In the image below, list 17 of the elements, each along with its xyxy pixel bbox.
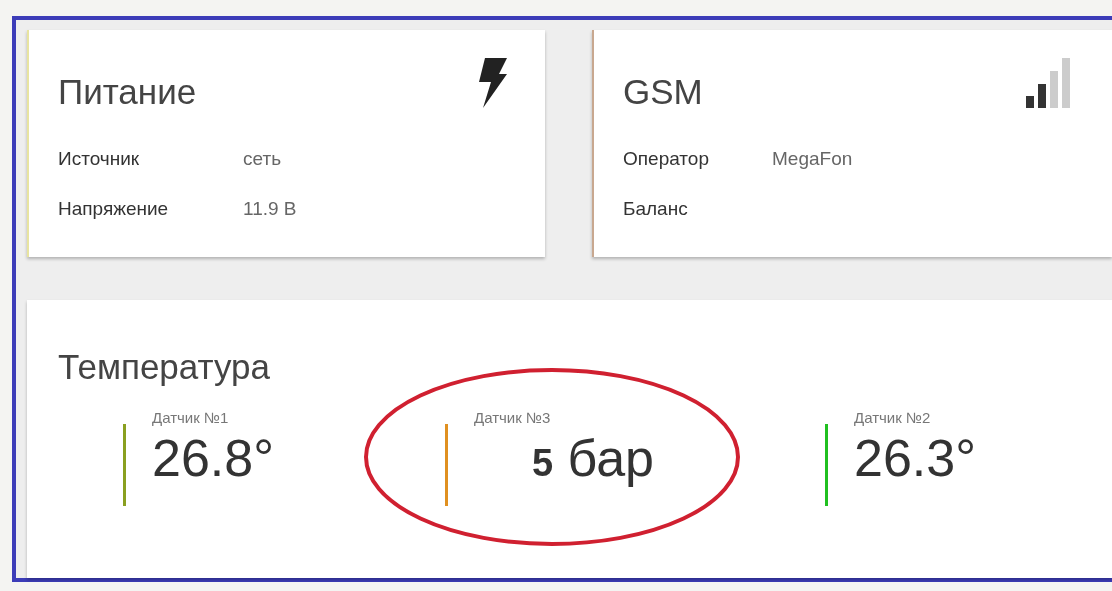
card-title: GSM [623,71,703,113]
field-label: Источник [58,148,141,170]
card-title: Питание [58,71,197,113]
field-value: MegaFon [772,148,854,170]
sensor-value: 26.8° [152,428,274,488]
lightning-icon [479,58,507,108]
sensor-label: Датчик №3 [474,409,552,426]
sensor-value: 26.3° [854,428,976,488]
field-label: Напряжение [58,198,170,220]
field-label: Баланс [623,198,689,220]
field-label: Оператор [623,148,710,170]
field-value: 11.9 В [243,198,298,220]
sensor-label: Датчик №2 [854,409,932,426]
card-title: Температура [58,346,270,388]
field-value: сеть [243,148,283,170]
sensor-value: 5 бар [531,428,655,488]
sensor-label: Датчик №1 [152,409,230,426]
